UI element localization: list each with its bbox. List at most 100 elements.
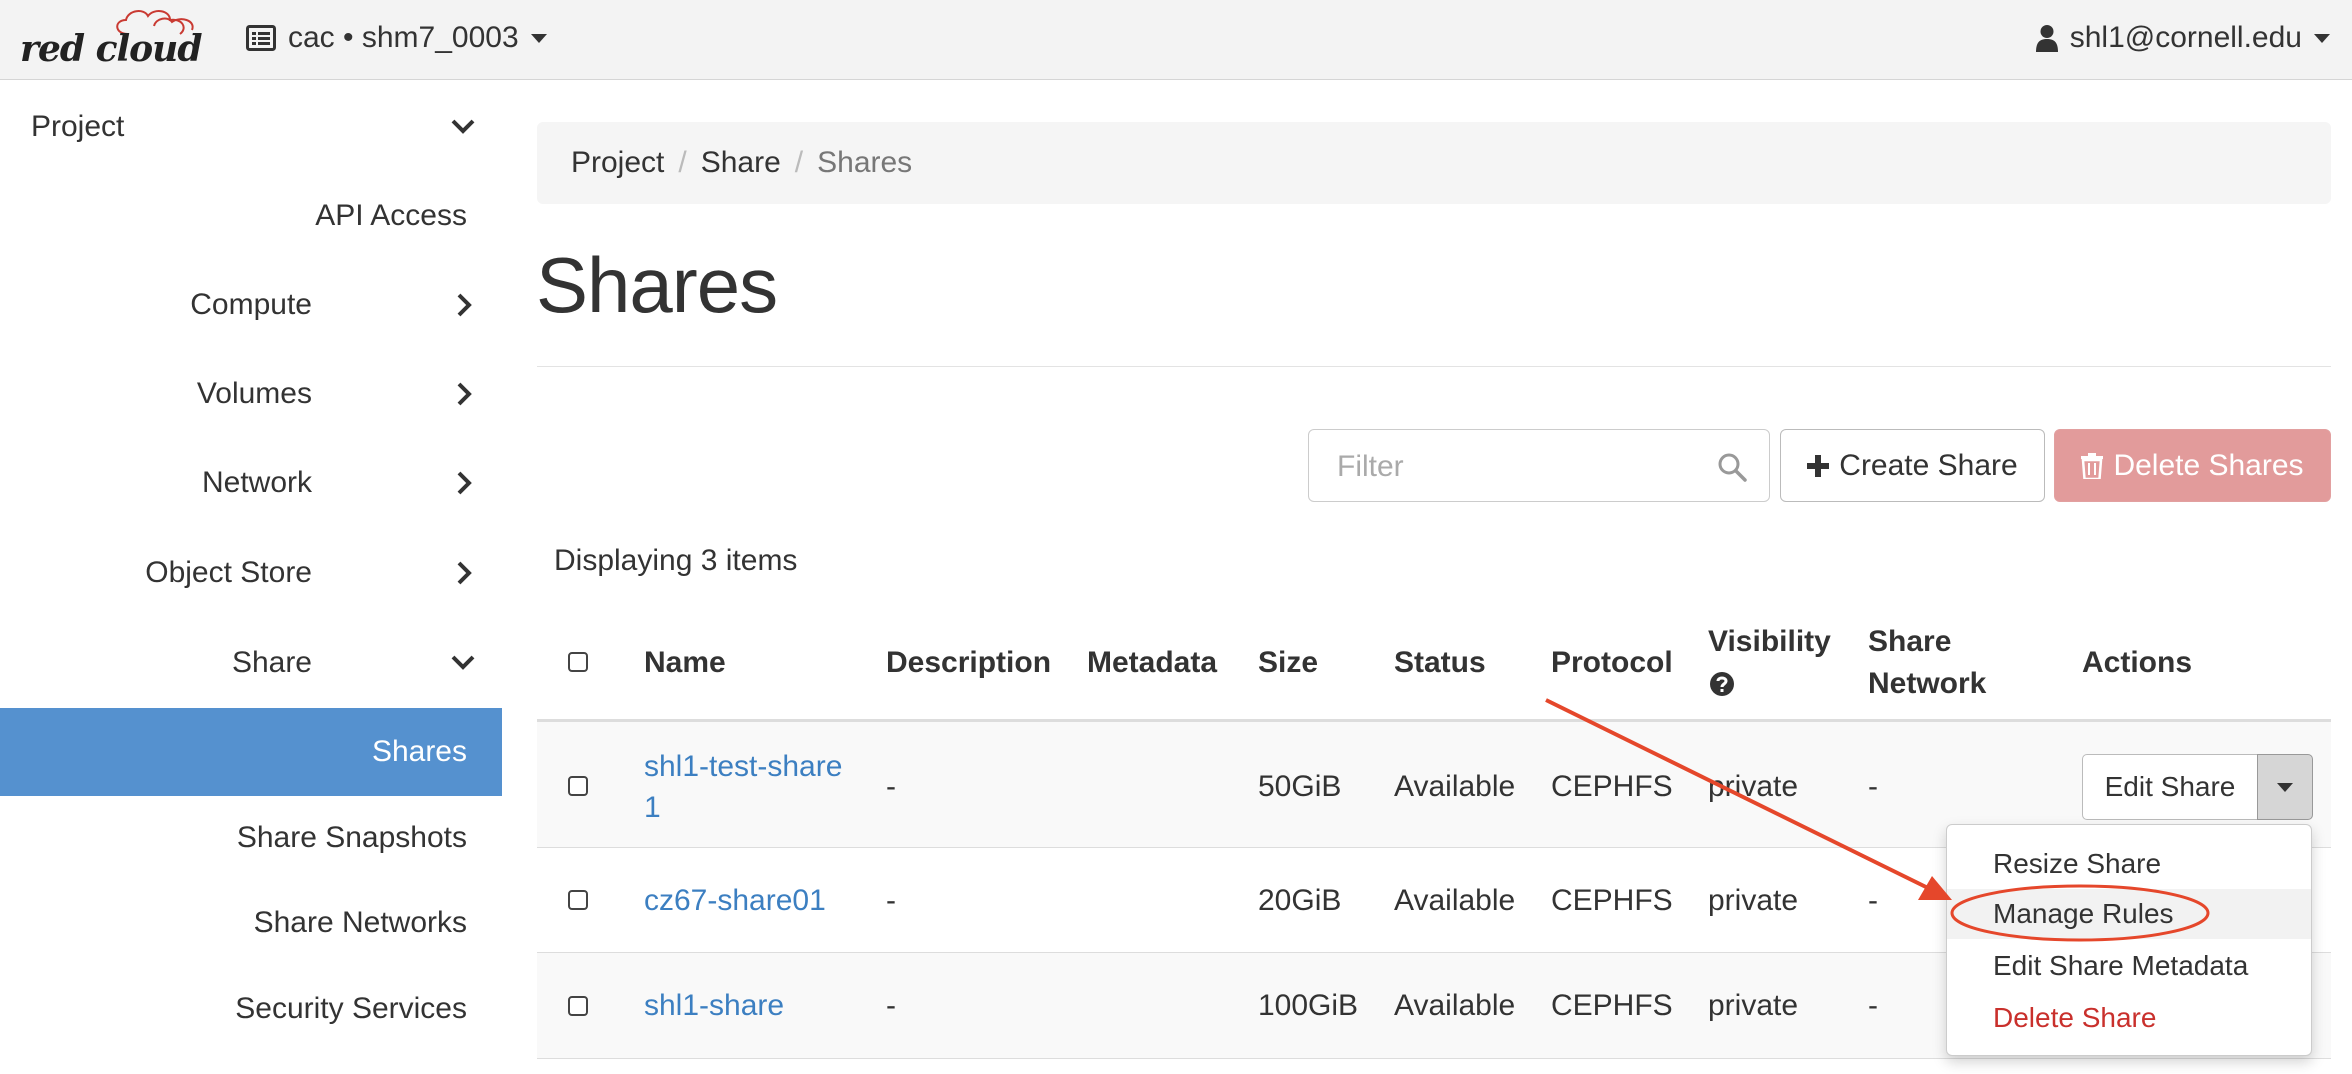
chevron-right-icon	[457, 382, 472, 406]
share-size: 100GiB	[1258, 989, 1359, 1022]
filter-input[interactable]	[1335, 430, 1709, 503]
share-visibility: private	[1708, 989, 1799, 1022]
col-status[interactable]: Status	[1394, 642, 1486, 684]
col-description[interactable]: Description	[886, 642, 1051, 684]
delete-shares-button[interactable]: Delete Shares	[2054, 429, 2331, 502]
sidebar-item-network[interactable]: Network	[0, 453, 502, 513]
share-network: -	[1868, 884, 1878, 917]
breadcrumb-separator: /	[678, 146, 687, 179]
sidebar-item-compute[interactable]: Compute	[0, 275, 502, 335]
user-email: shl1@cornell.edu	[2069, 21, 2302, 54]
sidebar-item-security-services[interactable]: Security Services	[0, 979, 502, 1039]
menu-item-manage-rules[interactable]: Manage Rules	[1947, 889, 2311, 939]
sidebar: Project API Access Compute Volumes Netwo…	[0, 80, 502, 1074]
sidebar-item-label: Share Snapshots	[236, 821, 467, 854]
sidebar-item-share-networks[interactable]: Share Networks	[0, 893, 502, 953]
row-checkbox[interactable]	[568, 890, 588, 910]
chevron-right-icon	[457, 561, 472, 585]
chevron-down-icon	[451, 119, 475, 134]
sidebar-item-label: Share Networks	[253, 906, 467, 939]
breadcrumb-item-project[interactable]: Project	[571, 146, 664, 180]
list-icon	[246, 25, 276, 51]
question-circle-icon[interactable]	[1709, 671, 1735, 697]
project-switcher[interactable]: cac • shm7_0003	[246, 18, 547, 58]
sidebar-item-label: Compute	[190, 288, 312, 321]
share-protocol: CEPHFS	[1551, 770, 1673, 803]
select-all-checkbox[interactable]	[568, 652, 588, 672]
col-actions: Actions	[2082, 646, 2193, 679]
create-share-label: Create Share	[1839, 448, 2018, 482]
user-menu[interactable]: shl1@cornell.edu	[2035, 18, 2330, 58]
share-visibility: private	[1708, 884, 1799, 917]
share-status: Available	[1394, 884, 1516, 917]
trash-icon	[2081, 452, 2104, 479]
share-description: -	[886, 884, 896, 917]
breadcrumb: Project / Share / Shares	[537, 122, 2331, 204]
share-visibility: private	[1708, 770, 1799, 803]
sidebar-item-label: Object Store	[145, 556, 312, 589]
user-icon	[2035, 25, 2058, 52]
breadcrumb-separator: /	[794, 146, 804, 179]
item-count: Displaying 3 items	[554, 544, 798, 577]
share-network: -	[1868, 989, 1878, 1022]
share-name-link[interactable]: shl1-share	[644, 985, 784, 1026]
sidebar-item-shares[interactable]: Shares	[0, 708, 502, 796]
sidebar-item-label: Share	[231, 646, 312, 679]
sidebar-item-object-store[interactable]: Object Store	[0, 543, 502, 603]
brand-name: red cloud	[20, 28, 203, 70]
breadcrumb-item-share[interactable]: Share	[701, 146, 781, 180]
share-status: Available	[1394, 989, 1516, 1022]
menu-item-edit-share-metadata[interactable]: Edit Share Metadata	[1947, 941, 2311, 991]
col-share-network-line2[interactable]: Network	[1868, 663, 1986, 705]
filter-box	[1308, 429, 1770, 503]
sidebar-item-label: Volumes	[196, 377, 312, 410]
chevron-down-icon	[451, 655, 475, 670]
sidebar-item-api-access[interactable]: API Access	[0, 186, 502, 246]
page-title: Shares	[536, 241, 778, 329]
menu-item-resize-share[interactable]: Resize Share	[1947, 839, 2311, 889]
col-size[interactable]: Size	[1258, 642, 1318, 684]
search-icon[interactable]	[1717, 452, 1747, 482]
share-network: -	[1868, 770, 1878, 803]
share-size: 20GiB	[1258, 884, 1342, 917]
sidebar-item-label: API Access	[315, 199, 467, 232]
share-protocol: CEPHFS	[1551, 989, 1673, 1022]
divider	[537, 366, 2331, 367]
col-share-network-line1[interactable]: Share	[1868, 621, 1951, 663]
actions-dropdown-toggle[interactable]	[2257, 754, 2313, 820]
row-actions: Edit Share	[2082, 754, 2313, 820]
edit-share-button[interactable]: Edit Share	[2082, 754, 2258, 820]
top-navbar: red cloud cac • shm7_0003 shl1@cornell.e…	[0, 0, 2352, 80]
delete-shares-label: Delete Shares	[2113, 448, 2304, 482]
col-metadata[interactable]: Metadata	[1087, 642, 1217, 684]
sidebar-item-share-snapshots[interactable]: Share Snapshots	[0, 808, 502, 868]
sidebar-item-label: Security Services	[235, 992, 467, 1025]
sidebar-item-label: Project	[31, 110, 125, 143]
col-protocol[interactable]: Protocol	[1551, 642, 1673, 684]
project-context-label: cac • shm7_0003	[288, 21, 519, 54]
plus-icon	[1807, 454, 1830, 477]
sidebar-item-project[interactable]: Project	[0, 97, 502, 157]
sidebar-item-label: Shares	[371, 735, 467, 768]
sidebar-item-volumes[interactable]: Volumes	[0, 364, 502, 424]
share-size: 50GiB	[1258, 770, 1342, 803]
menu-item-delete-share[interactable]: Delete Share	[1947, 993, 2311, 1043]
share-name-link-continued[interactable]: 1	[644, 787, 661, 828]
col-name[interactable]: Name	[644, 642, 726, 684]
row-checkbox[interactable]	[568, 996, 588, 1016]
red-cloud-logo[interactable]: red cloud	[20, 6, 203, 72]
share-name-link[interactable]: shl1-test-share	[644, 746, 842, 787]
chevron-right-icon	[457, 471, 472, 495]
row-checkbox[interactable]	[568, 776, 588, 796]
col-visibility[interactable]: Visibility	[1708, 621, 1831, 663]
breadcrumb-item-current: Shares	[817, 146, 913, 179]
sidebar-item-share[interactable]: Share	[0, 633, 502, 693]
share-protocol: CEPHFS	[1551, 884, 1673, 917]
caret-down-icon	[530, 33, 547, 43]
share-description: -	[886, 770, 896, 803]
share-name-link[interactable]: cz67-share01	[644, 880, 826, 921]
table-header: Name Description Metadata Size Status Pr…	[537, 612, 2331, 722]
create-share-button[interactable]: Create Share	[1780, 429, 2045, 502]
caret-down-icon	[2314, 33, 2330, 43]
share-status: Available	[1394, 770, 1516, 803]
